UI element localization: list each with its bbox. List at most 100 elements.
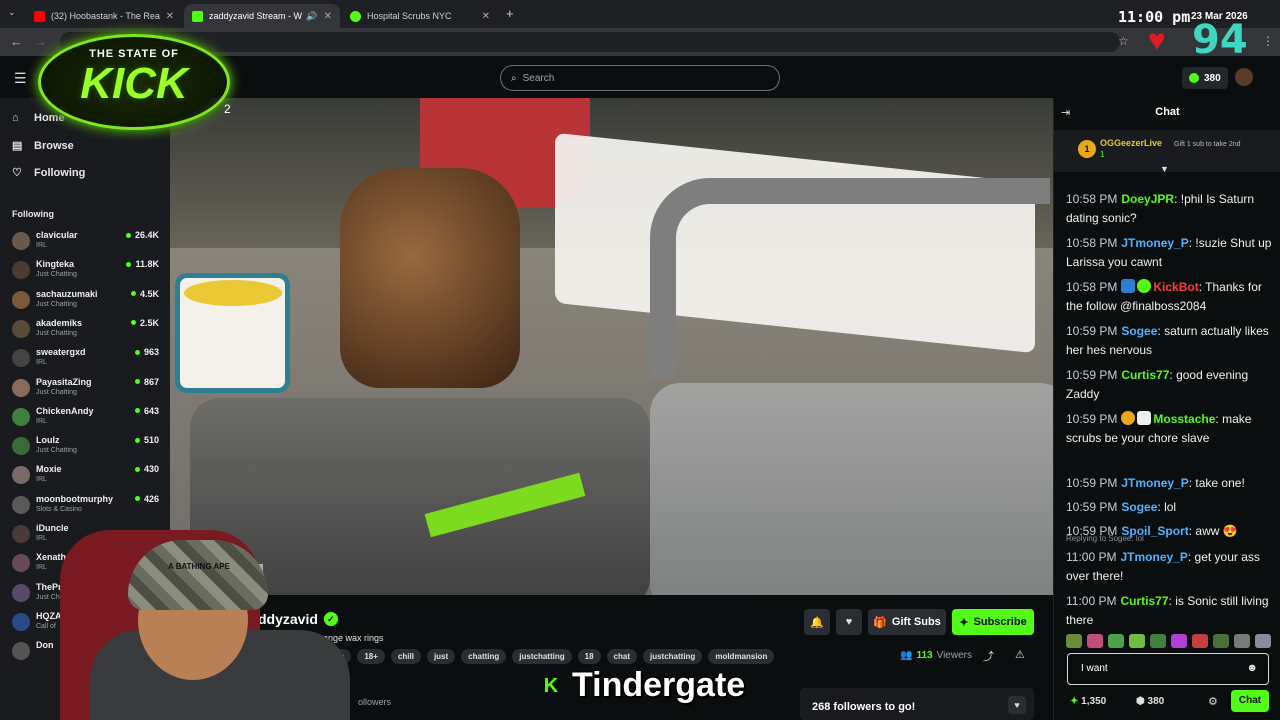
chat-message[interactable]: 10:59 PM Mosstache: make scrubs be your c… (1066, 410, 1274, 448)
heart-icon[interactable]: ♥ (1008, 696, 1026, 714)
viewer-count: 2.5K (130, 318, 159, 328)
back-icon[interactable]: ← (10, 34, 23, 49)
channel-category: IRL (36, 476, 47, 484)
star-icon: ✦ (959, 616, 969, 629)
stream-tag[interactable]: moldmansion (708, 649, 775, 664)
search-input[interactable]: ⌕ Search (500, 65, 780, 91)
following-item[interactable]: PayasitaZing Just Chatting 867 (12, 375, 162, 403)
emote[interactable] (1192, 634, 1208, 648)
stream-tag[interactable]: just (426, 649, 456, 664)
share-icon[interactable]: ⤴ (983, 648, 994, 664)
emoji-icon[interactable]: ☻ (1246, 662, 1258, 674)
emote[interactable] (1171, 634, 1187, 648)
page-badge: 2 (224, 102, 231, 116)
following-item[interactable]: sachauzumaki Just Chatting 4.5K (12, 287, 162, 315)
emote[interactable] (1213, 634, 1229, 648)
state-of-kick-logo: THE STATE OF KICK (30, 26, 238, 138)
gift-leaderboard[interactable]: 1 OGGeezerLive 1 Gift 1 sub to take 2nd … (1054, 130, 1280, 174)
following-item[interactable]: Kingteka Just Chatting 11.8K (12, 257, 162, 285)
stream-tag[interactable]: chatting (461, 649, 507, 664)
chat-message[interactable]: 10:58 PM JTmoney_P: !suzie Shut up Lariss… (1066, 234, 1274, 272)
avatar (12, 378, 30, 397)
heart-icon: ♥ (845, 616, 853, 628)
browser-tab-scrubs[interactable]: Hospital Scrubs NYC ✕ (342, 4, 498, 28)
gear-icon[interactable]: ⚙ (1208, 695, 1218, 708)
viewer-count: 4.5K (130, 289, 159, 299)
emote[interactable] (1255, 634, 1271, 648)
viewer-count: 430 (134, 464, 159, 474)
channel-category: Just Chatting (36, 329, 77, 337)
close-icon[interactable]: ✕ (324, 11, 332, 22)
channel-category: Just Chatting (36, 300, 77, 308)
follow-heart-button[interactable]: ♥ (836, 609, 862, 635)
channel-category: IRL (36, 417, 47, 425)
following-item[interactable]: clavicular IRL 26.4K (12, 228, 162, 256)
browser-tab-kick[interactable]: zaddyzavid Stream - Watch 🔊 ✕ (184, 4, 340, 28)
following-item[interactable]: Moxie IRL 430 (12, 462, 162, 490)
report-icon[interactable]: ⚠ (1015, 648, 1025, 661)
chat-message[interactable]: 10:59 PM Sogee: saturn actually likes her… (1066, 322, 1274, 360)
following-item[interactable]: akademiks Just Chatting 2.5K (12, 316, 162, 344)
sidebar-item-browse[interactable]: ▤ Browse (12, 139, 74, 153)
following-item[interactable]: sweatergxd IRL 963 (12, 345, 162, 373)
avatar (12, 290, 30, 309)
gift-subs-button[interactable]: 🎁 Gift Subs (868, 609, 946, 635)
notification-bell-button[interactable]: 🔔 (804, 609, 830, 635)
chat-message[interactable]: 11:00 PM Curtis77: is Sonic still living … (1066, 592, 1274, 630)
send-chat-button[interactable]: Chat (1231, 690, 1269, 712)
chat-username: KickBot (1153, 280, 1199, 294)
chat-footer: ✦ 1,350 ⬢ 380 ⚙ Chat (1054, 690, 1280, 716)
close-icon[interactable]: ✕ (482, 11, 490, 22)
bookmark-star-icon[interactable]: ☆ (1118, 34, 1129, 48)
stream-tag[interactable]: justchatting (512, 649, 572, 664)
browser-tab-youtube[interactable]: (32) Hoobastank - The Reason ( ✕ (26, 4, 182, 28)
channel-points-button[interactable]: 380 (1182, 67, 1228, 89)
emote[interactable] (1150, 634, 1166, 648)
chevron-down-icon[interactable]: ▼ (1160, 164, 1169, 174)
chat-message[interactable]: 11:00 PM JTmoney_P: get your ass over the… (1066, 548, 1274, 586)
hamburger-menu-icon[interactable]: ☰ (14, 70, 27, 87)
subscribe-button[interactable]: ✦ Subscribe (952, 609, 1034, 635)
menu-dots-icon[interactable]: ⋮ (1262, 34, 1274, 48)
user-avatar[interactable] (1235, 68, 1253, 86)
chat-message[interactable]: 10:59 PM Sogee: lol (1066, 498, 1274, 517)
following-item[interactable]: Loulz Just Chatting 510 (12, 433, 162, 461)
emote[interactable] (1234, 634, 1250, 648)
emote[interactable] (1087, 634, 1103, 648)
stream-tag[interactable]: justchatting (642, 649, 703, 664)
chat-input[interactable]: I want ☻ (1067, 653, 1269, 685)
emote[interactable] (1108, 634, 1124, 648)
channel-name: Don (36, 640, 54, 651)
emote[interactable] (1129, 634, 1145, 648)
following-item[interactable]: moonbootmurphy Slots & Casino 426 (12, 492, 162, 520)
chat-message[interactable]: 10:58 PM DoeyJPR: !phil Is Saturn dating … (1066, 190, 1274, 228)
following-item[interactable]: ChickenAndy IRL 643 (12, 404, 162, 432)
tab-list-chevron-icon[interactable]: ⌄ (8, 7, 16, 18)
close-icon[interactable]: ✕ (166, 11, 174, 22)
avatar (12, 319, 30, 338)
points-balance[interactable]: ✦ 1,350 (1070, 696, 1106, 707)
stream-tag[interactable]: 18 (577, 649, 601, 664)
heart-icon: ♡ (12, 167, 22, 179)
emote[interactable] (1066, 634, 1082, 648)
stream-tag[interactable]: 18+ (357, 649, 385, 664)
stream-tag[interactable]: chat (606, 649, 637, 664)
sub-badge-icon (1137, 411, 1152, 425)
browser-tab-bar: ⌄ (32) Hoobastank - The Reason ( ✕ zaddy… (0, 0, 1280, 28)
channel-category: IRL (36, 242, 47, 249)
viewer-count: 867 (134, 377, 159, 387)
channel-name: akademiks (36, 317, 83, 328)
stream-tag[interactable]: chill (390, 649, 421, 664)
chat-message[interactable]: 10:58 PM KickBot: Thanks for the follow @… (1066, 278, 1274, 316)
chat-username: DoeyJPR (1121, 192, 1175, 206)
avatar (12, 437, 30, 456)
viewer-count: 510 (134, 435, 159, 445)
sidebar-item-following[interactable]: ♡ Following (12, 166, 85, 180)
new-tab-button[interactable]: + (506, 6, 514, 21)
forward-icon[interactable]: → (34, 34, 47, 49)
chat-message[interactable]: 10:59 PM Curtis77: good evening Zaddy (1066, 366, 1274, 404)
points-count[interactable]: ⬢ 380 (1136, 696, 1164, 707)
chat-message[interactable]: 10:59 PM JTmoney_P: take one! (1066, 474, 1274, 493)
channel-name: Loulz (36, 435, 60, 446)
speaker-icon[interactable]: 🔊 (306, 11, 317, 22)
